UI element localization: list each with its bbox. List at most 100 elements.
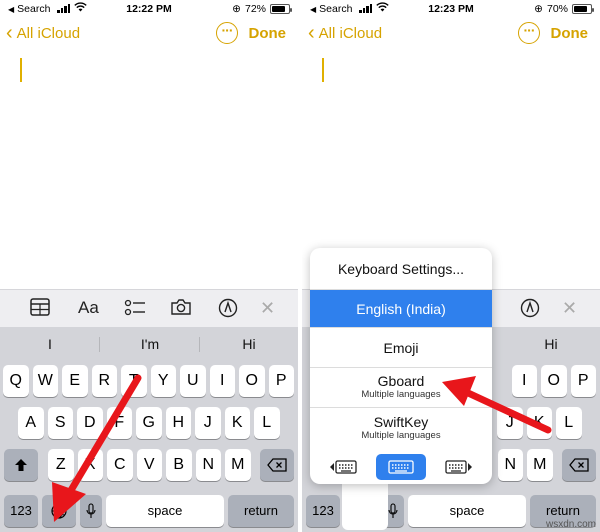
key-h[interactable]: H [165,407,191,439]
orientation-lock-icon: ⊕ [232,3,241,15]
delete-key[interactable] [260,449,294,481]
key-a[interactable]: A [18,407,44,439]
more-options-icon[interactable]: ··· [518,22,540,44]
close-icon[interactable]: ✕ [260,298,275,319]
key-o[interactable]: O [239,365,265,397]
shift-arrow-icon [15,459,27,471]
done-button[interactable]: Done [249,25,287,42]
key-x[interactable]: X [77,449,103,481]
key-s[interactable]: S [47,407,73,439]
key-g[interactable]: G [136,407,162,439]
suggestion[interactable]: I [38,336,62,352]
key-c[interactable]: C [107,449,133,481]
globe-key[interactable] [42,495,76,527]
shift-key[interactable] [4,449,38,481]
left-phone-screen: ◀ Search 12:22 PM ⊕ 72% ‹ All iCloud ···… [0,0,298,532]
keyboard-left-icon[interactable] [318,454,368,480]
key-m[interactable]: M [225,449,251,481]
key-y[interactable]: Y [150,365,176,397]
key-w[interactable]: W [32,365,58,397]
microphone-icon [388,503,398,518]
table-icon[interactable] [30,298,50,316]
markup-pen-icon[interactable] [218,298,238,318]
status-bar: ◀ Search 12:23 PM ⊕ 70% [302,0,600,20]
return-key[interactable]: return [228,495,294,527]
watermark: wsxdn.com [545,519,596,530]
key-j[interactable]: J [497,407,523,439]
key-b[interactable]: B [166,449,192,481]
back-button-label: All iCloud [16,24,81,42]
notes-nav-bar: ‹ All iCloud ··· Done [0,22,298,48]
status-bar: ◀ Search 12:22 PM ⊕ 72% [0,0,298,20]
back-button-label: All iCloud [318,24,383,42]
key-m[interactable]: M [527,449,553,481]
close-icon[interactable]: ✕ [562,298,577,319]
space-key[interactable]: space [106,495,224,527]
menu-stem [342,484,388,530]
keyboard-option-swiftkey[interactable]: SwiftKey Multiple languages [310,408,492,450]
keyboard-right-icon[interactable] [434,454,484,480]
key-i[interactable]: I [511,365,537,397]
suggestion[interactable]: I'm [130,336,170,352]
back-button[interactable]: ‹ All iCloud [308,22,383,44]
key-o[interactable]: O [541,365,567,397]
globe-icon [51,503,67,519]
key-j[interactable]: J [195,407,221,439]
delete-key[interactable] [562,449,596,481]
notes-nav-bar: ‹ All iCloud ··· Done [302,22,600,48]
orientation-lock-icon: ⊕ [534,3,543,15]
key-d[interactable]: D [77,407,103,439]
back-button[interactable]: ‹ All iCloud [6,22,81,44]
delete-backspace-icon [267,458,287,472]
keyboard-layout-options [310,452,492,482]
keyboard-full-icon[interactable] [376,454,426,480]
checklist-icon[interactable] [124,298,146,318]
done-button[interactable]: Done [551,25,589,42]
key-f[interactable]: F [106,407,132,439]
text-cursor [20,58,22,82]
keyboard: I I'm Hi Q W E R T Y U I O P A S D F G H J K L Z X C V B N M 123 sp… [0,327,298,532]
key-n[interactable]: N [497,449,523,481]
numbers-key[interactable]: 123 [4,495,38,527]
battery-icon [572,4,594,14]
keyboard-option-gboard[interactable]: Gboard Multiple languages [310,368,492,408]
text-cursor [322,58,324,82]
delete-backspace-icon [569,458,589,472]
keyboard-settings-item[interactable]: Keyboard Settings... [310,248,492,290]
more-options-icon[interactable]: ··· [216,22,238,44]
key-i[interactable]: I [209,365,235,397]
key-n[interactable]: N [195,449,221,481]
suggestion[interactable]: Hi [232,336,266,352]
markup-pen-icon[interactable] [520,298,540,318]
keyboard-option-english[interactable]: English (India) [310,290,492,328]
camera-icon[interactable] [170,298,192,316]
key-v[interactable]: V [136,449,162,481]
right-phone-screen: ◀ Search 12:23 PM ⊕ 70% ‹ All iCloud ···… [302,0,600,532]
battery-percent: 72% [244,3,266,15]
key-l[interactable]: L [556,407,582,439]
key-u[interactable]: U [180,365,206,397]
keyboard-switcher-menu: Keyboard Settings... English (India) Emo… [310,248,492,484]
key-p[interactable]: P [268,365,294,397]
chevron-left-icon: ‹ [308,22,315,44]
chevron-left-icon: ‹ [6,22,13,44]
format-toolbar: Aa ✕ [0,289,298,327]
key-p[interactable]: P [570,365,596,397]
predictive-bar: I I'm Hi [0,327,298,361]
battery-icon [270,4,292,14]
numbers-key[interactable]: 123 [306,495,340,527]
key-r[interactable]: R [91,365,117,397]
key-k[interactable]: K [224,407,250,439]
key-t[interactable]: T [121,365,147,397]
suggestion[interactable]: Hi [534,336,568,352]
key-k[interactable]: K [526,407,552,439]
space-key[interactable]: space [408,495,526,527]
dictation-key[interactable] [80,495,102,527]
key-z[interactable]: Z [48,449,74,481]
microphone-icon [86,503,96,518]
text-format-icon[interactable]: Aa [78,298,99,318]
key-e[interactable]: E [62,365,88,397]
key-l[interactable]: L [254,407,280,439]
key-q[interactable]: Q [3,365,29,397]
keyboard-option-emoji[interactable]: Emoji [310,328,492,368]
